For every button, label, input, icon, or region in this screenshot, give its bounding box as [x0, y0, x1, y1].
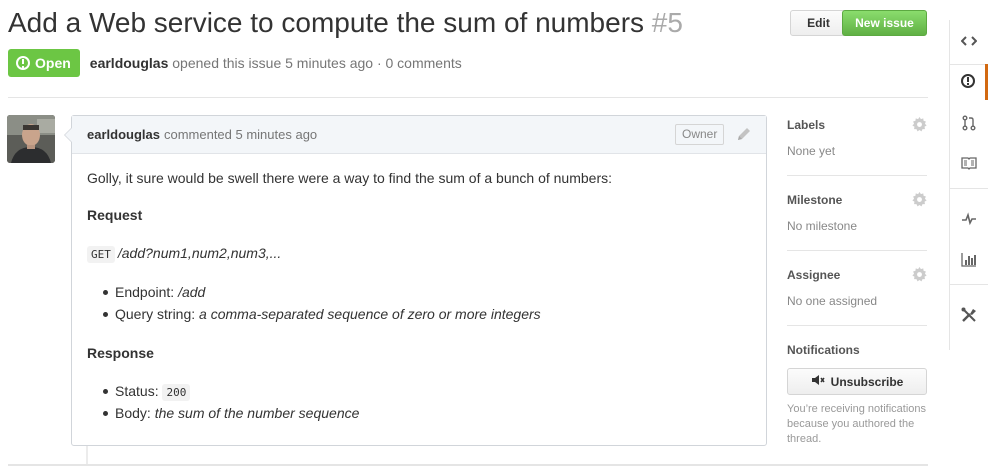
issue-sidebar: Labels None yet Milestone No milestone A…: [787, 115, 927, 472]
request-path: /add?num1,num2,num3,...: [117, 245, 282, 261]
repo-nav-rail: [949, 20, 988, 350]
comment-header: earldouglas commented 5 minutes ago Owne…: [72, 116, 766, 154]
list-item: Body: the sum of the number sequence: [87, 403, 751, 425]
issue-meta: Open earldouglas opened this issue 5 min…: [8, 49, 462, 77]
avatar[interactable]: [7, 115, 55, 163]
gear-icon[interactable]: [912, 117, 927, 132]
pull-requests-icon: [961, 115, 977, 134]
issue-header: Add a Web service to compute the sum of …: [8, 6, 928, 46]
assignee-value: No one assigned: [787, 294, 878, 308]
body-value: the sum of the number sequence: [154, 405, 360, 421]
issues-icon: [960, 73, 976, 92]
list-item: Query string: a comma-separated sequence…: [87, 304, 751, 326]
mute-icon: [811, 374, 825, 389]
status-value: 200: [162, 384, 191, 401]
list-item: Status: 200: [87, 381, 751, 403]
milestone-heading: Milestone: [787, 193, 843, 207]
comment-body: Golly, it sure would be swell there were…: [72, 154, 766, 456]
gear-icon[interactable]: [912, 267, 927, 282]
timeline-line: [86, 446, 88, 466]
issue-opened-text: opened this issue 5 minutes ago · 0 comm…: [172, 55, 462, 71]
list-item: Endpoint: /add: [87, 282, 751, 304]
labels-value: None yet: [787, 144, 836, 158]
milestone-value: No milestone: [787, 219, 858, 233]
wiki-icon: [961, 156, 977, 173]
notifications-heading: Notifications: [787, 343, 860, 357]
query-label: Query string:: [115, 306, 200, 322]
state-badge: Open: [8, 49, 80, 77]
assignee-section: Assignee No one assigned: [787, 265, 927, 326]
settings-icon: [960, 306, 978, 327]
issue-opened-icon: [16, 56, 30, 70]
rail-item-wiki[interactable]: [950, 146, 988, 182]
header-divider: [8, 97, 928, 98]
response-heading: Response: [87, 345, 154, 361]
new-issue-button[interactable]: New issue: [842, 10, 927, 36]
edit-button[interactable]: Edit: [790, 10, 847, 36]
response-details-list: Status: 200 Body: the sum of the number …: [87, 381, 751, 425]
comment-author-link[interactable]: earldouglas: [87, 127, 160, 142]
pulse-icon: [961, 211, 977, 230]
unsubscribe-button[interactable]: Unsubscribe: [787, 368, 927, 395]
comment-intro: Golly, it sure would be swell there were…: [87, 170, 612, 186]
labels-section: Labels None yet: [787, 115, 927, 176]
rail-item-pulse[interactable]: [950, 202, 988, 238]
status-label: Status:: [115, 383, 163, 399]
body-label: Body:: [115, 405, 155, 421]
unsubscribe-label: Unsubscribe: [830, 374, 904, 389]
endpoint-label: Endpoint:: [115, 284, 179, 300]
notifications-section: Notifications Unsubscribe You’re receivi…: [787, 340, 927, 461]
rail-divider: [950, 284, 988, 285]
issue-author-link[interactable]: earldouglas: [90, 55, 169, 71]
issue-comment: earldouglas commented 5 minutes ago Owne…: [64, 115, 767, 446]
endpoint-value: /add: [178, 284, 206, 300]
issue-title-text: Add a Web service to compute the sum of …: [8, 7, 645, 38]
gear-icon[interactable]: [912, 192, 927, 207]
notifications-note: You’re receiving notifications because y…: [787, 403, 927, 445]
rail-item-graphs[interactable]: [950, 242, 988, 278]
issue-meta-text: earldouglas opened this issue 5 minutes …: [90, 55, 462, 71]
request-line: GET/add?num1,num2,num3,...: [87, 243, 751, 265]
pencil-icon[interactable]: [736, 126, 752, 142]
query-value: a comma-separated sequence of zero or mo…: [199, 306, 541, 322]
request-method: GET: [87, 246, 115, 263]
request-details-list: Endpoint: /add Query string: a comma-sep…: [87, 282, 751, 326]
rail-item-code[interactable]: [950, 24, 988, 60]
rail-divider: [950, 188, 988, 189]
rail-item-issues[interactable]: [950, 64, 988, 100]
issue-number: #5: [651, 7, 683, 38]
labels-heading: Labels: [787, 118, 826, 132]
assignee-heading: Assignee: [787, 268, 841, 282]
state-label: Open: [35, 55, 71, 71]
request-heading: Request: [87, 207, 143, 223]
comment-timestamp[interactable]: commented 5 minutes ago: [164, 127, 317, 142]
graphs-icon: [961, 251, 977, 270]
milestone-section: Milestone No milestone: [787, 190, 927, 251]
rail-item-settings[interactable]: [950, 298, 988, 334]
code-icon: [960, 33, 978, 52]
owner-label: Owner: [675, 124, 725, 145]
rail-item-pull-requests[interactable]: [950, 106, 988, 142]
